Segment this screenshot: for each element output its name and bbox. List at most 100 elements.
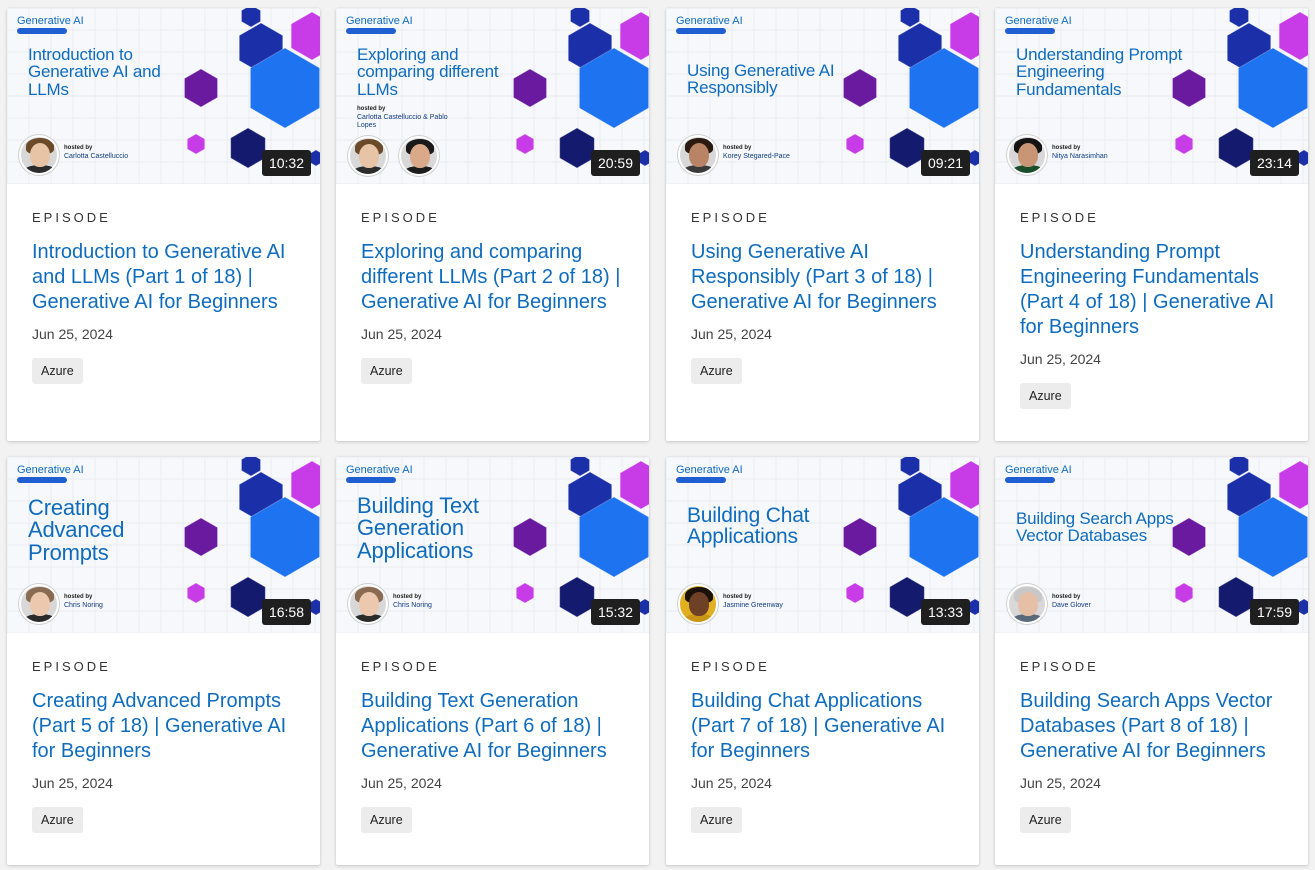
episode-title-link[interactable]: Building Search Apps Vector Databases (P… [1020, 689, 1283, 764]
episode-kicker: EPISODE [1020, 659, 1099, 674]
episode-title-link[interactable]: Building Chat Applications (Part 7 of 18… [691, 689, 954, 764]
episode-card[interactable]: Generative AI Understanding Prompt Engin… [995, 8, 1308, 441]
host-avatar [678, 584, 718, 624]
episode-date: Jun 25, 2024 [361, 326, 442, 342]
thumbnail-title: Introduction to Generative AI and LLMs [28, 45, 161, 99]
hosted-by: hosted by Nitya Narasimhan [1052, 145, 1108, 160]
series-pill [17, 28, 67, 34]
series-pill [17, 477, 67, 483]
episode-title-link[interactable]: Building Text Generation Applications (P… [361, 689, 624, 764]
video-duration: 09:21 [920, 150, 970, 176]
host-avatar [19, 584, 59, 624]
episode-kicker: EPISODE [32, 659, 111, 674]
host-names: Jasmine Greenway [723, 601, 783, 609]
video-duration: 10:32 [261, 150, 311, 176]
episode-card[interactable]: Generative AI Building Chat Applications… [666, 457, 979, 865]
video-duration: 17:59 [1249, 599, 1299, 625]
tag-azure[interactable]: Azure [361, 358, 412, 384]
episode-date: Jun 25, 2024 [1020, 351, 1101, 367]
series-pill [676, 28, 726, 34]
episode-thumbnail[interactable]: Generative AI Creating Advanced Prompts … [7, 457, 320, 633]
series-pill [1005, 28, 1055, 34]
card-body: EPISODE Building Chat Applications (Part… [666, 633, 979, 853]
video-duration: 15:32 [590, 599, 640, 625]
host-avatar [348, 136, 388, 176]
series-label: Generative AI [676, 15, 743, 27]
thumbnail-title: Building Text Generation Applications [357, 493, 479, 563]
episode-kicker: EPISODE [691, 659, 770, 674]
episode-title-link[interactable]: Understanding Prompt Engineering Fundame… [1020, 240, 1283, 340]
card-body: EPISODE Introduction to Generative AI an… [7, 184, 320, 404]
episode-thumbnail[interactable]: Generative AI Understanding Prompt Engin… [995, 8, 1308, 184]
thumbnail-title: Using Generative AI Responsibly [687, 61, 835, 98]
hosted-by: hosted by Carlotta Castelluccio & Pablo L… [357, 106, 448, 130]
host-names: Dave Glover [1052, 601, 1091, 609]
episode-title-link[interactable]: Introduction to Generative AI and LLMs (… [32, 240, 295, 315]
episode-card[interactable]: Generative AI Using Generative AI Respon… [666, 8, 979, 441]
episode-card[interactable]: Generative AI Building Text Generation A… [336, 457, 649, 865]
host-avatar [1007, 135, 1047, 175]
episode-thumbnail[interactable]: Generative AI Exploring and comparing di… [336, 8, 649, 184]
episode-date: Jun 25, 2024 [32, 326, 113, 342]
card-body: EPISODE Using Generative AI Responsibly … [666, 184, 979, 404]
episode-thumbnail[interactable]: Generative AI Building Chat Applications… [666, 457, 979, 633]
tag-azure[interactable]: Azure [1020, 383, 1071, 409]
episode-card[interactable]: Generative AI Building Search Apps Vecto… [995, 457, 1308, 865]
tag-azure[interactable]: Azure [1020, 807, 1071, 833]
series-pill [346, 28, 396, 34]
thumbnail-title: Exploring and comparing different LLMs [357, 45, 499, 99]
episode-kicker: EPISODE [361, 659, 440, 674]
series-pill [676, 477, 726, 483]
host-avatar [1007, 584, 1047, 624]
episode-thumbnail[interactable]: Generative AI Introduction to Generative… [7, 8, 320, 184]
episode-date: Jun 25, 2024 [1020, 775, 1101, 791]
host-names: Korey Stegared-Pace [723, 152, 790, 160]
video-duration: 16:58 [261, 599, 311, 625]
series-label: Generative AI [1005, 464, 1072, 476]
host-names: Carlotta Castelluccio & Pablo Lopes [357, 113, 448, 130]
episode-grid: Generative AI Introduction to Generative… [0, 0, 1315, 870]
episode-title-link[interactable]: Creating Advanced Prompts (Part 5 of 18)… [32, 689, 295, 764]
host-names: Nitya Narasimhan [1052, 152, 1108, 160]
episode-thumbnail[interactable]: Generative AI Building Text Generation A… [336, 457, 649, 633]
hosted-by: hosted by Carlotta Castelluccio [64, 145, 129, 160]
series-pill [1005, 477, 1055, 483]
episode-date: Jun 25, 2024 [691, 775, 772, 791]
host-names: Chris Noring [393, 601, 432, 609]
host-avatar [19, 135, 59, 175]
episode-thumbnail[interactable]: Generative AI Building Search Apps Vecto… [995, 457, 1308, 633]
episode-date: Jun 25, 2024 [32, 775, 113, 791]
thumbnail-title: Creating Advanced Prompts [28, 495, 125, 565]
hosted-by: hosted by Chris Noring [64, 594, 103, 609]
episode-card[interactable]: Generative AI Creating Advanced Prompts … [7, 457, 320, 865]
host-names: Chris Noring [64, 601, 103, 609]
tag-azure[interactable]: Azure [691, 358, 742, 384]
thumbnail-title: Building Search Apps Vector Databases [1016, 509, 1174, 546]
series-label: Generative AI [17, 464, 84, 476]
episode-title-link[interactable]: Exploring and comparing different LLMs (… [361, 240, 624, 315]
thumbnail-title: Understanding Prompt Engineering Fundame… [1016, 45, 1183, 99]
episode-card[interactable]: Generative AI Exploring and comparing di… [336, 8, 649, 441]
episode-card[interactable]: Generative AI Introduction to Generative… [7, 8, 320, 441]
host-names: Carlotta Castelluccio [64, 152, 129, 160]
host-avatar [678, 135, 718, 175]
card-body: EPISODE Building Text Generation Applica… [336, 633, 649, 853]
series-label: Generative AI [1005, 15, 1072, 27]
episode-date: Jun 25, 2024 [361, 775, 442, 791]
tag-azure[interactable]: Azure [691, 807, 742, 833]
episode-kicker: EPISODE [691, 210, 770, 225]
host-avatar [348, 584, 388, 624]
episode-kicker: EPISODE [1020, 210, 1099, 225]
tag-azure[interactable]: Azure [32, 807, 83, 833]
episode-date: Jun 25, 2024 [691, 326, 772, 342]
episode-title-link[interactable]: Using Generative AI Responsibly (Part 3 … [691, 240, 954, 315]
hosted-by: hosted by Jasmine Greenway [723, 594, 783, 609]
tag-azure[interactable]: Azure [32, 358, 83, 384]
host-avatar [399, 136, 439, 176]
card-body: EPISODE Building Search Apps Vector Data… [995, 633, 1308, 853]
video-duration: 20:59 [590, 150, 640, 176]
series-pill [346, 477, 396, 483]
card-body: EPISODE Creating Advanced Prompts (Part … [7, 633, 320, 853]
tag-azure[interactable]: Azure [361, 807, 412, 833]
episode-thumbnail[interactable]: Generative AI Using Generative AI Respon… [666, 8, 979, 184]
